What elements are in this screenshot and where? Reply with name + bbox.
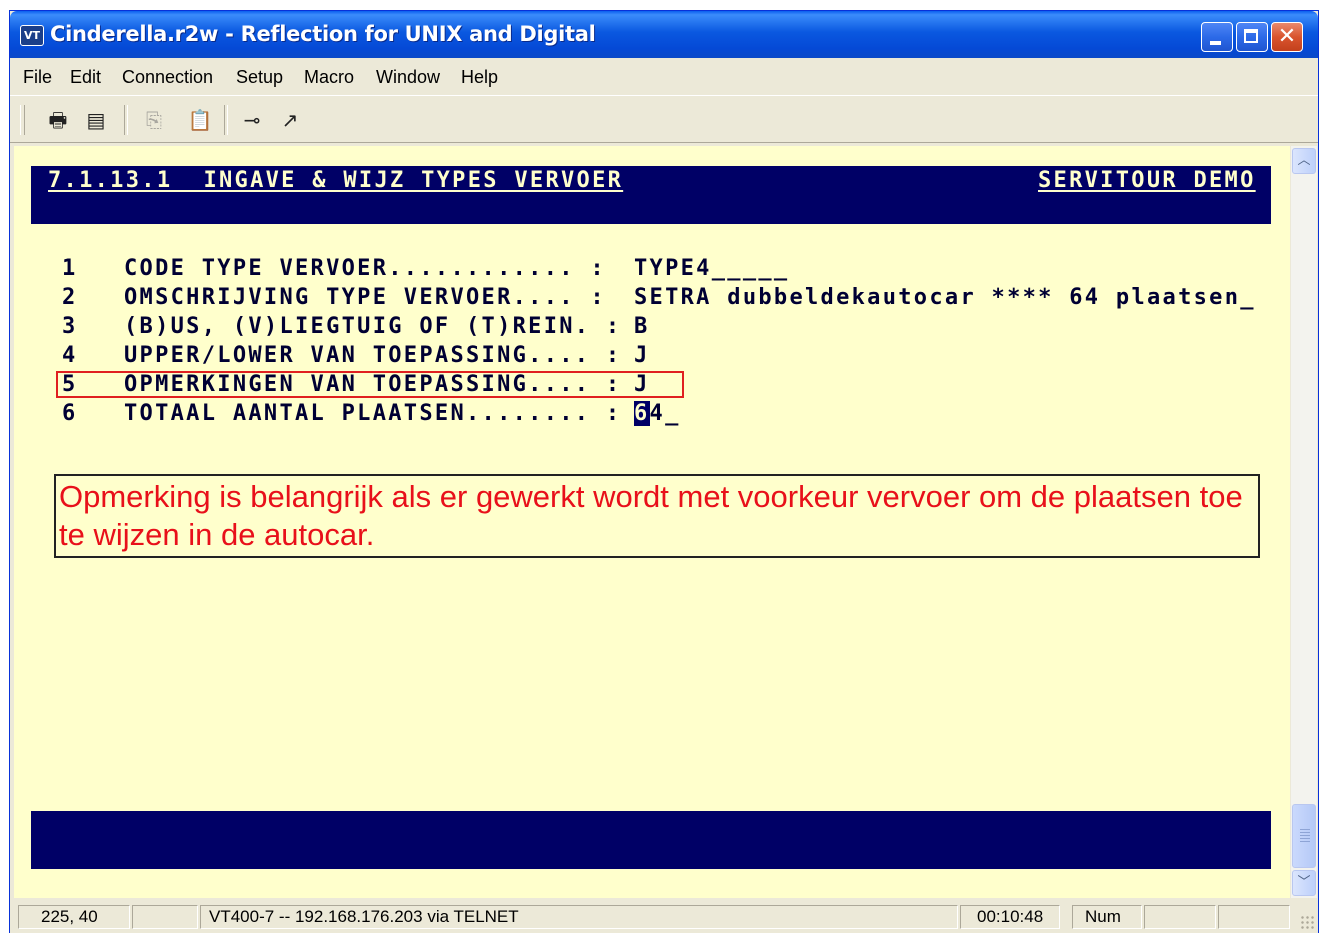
field-number: 6 xyxy=(62,401,78,426)
status-panel-empty xyxy=(1144,905,1216,929)
app-icon[interactable]: VT xyxy=(20,25,44,46)
macro-record-icon[interactable]: ↗ xyxy=(276,107,304,133)
toolbar-separator xyxy=(124,105,128,135)
chevron-down-icon: ﹀ xyxy=(1297,875,1311,890)
field-value-rest: 4_ xyxy=(649,401,681,426)
field-value-type[interactable]: B xyxy=(634,314,650,339)
minimize-button[interactable] xyxy=(1201,22,1233,52)
close-button[interactable]: ✕ xyxy=(1271,22,1303,52)
title-bar[interactable]: VT Cinderella.r2w - Reflection for UNIX … xyxy=(10,11,1318,58)
print-screen-icon[interactable]: ▤ xyxy=(82,107,110,133)
field-number: 4 xyxy=(62,343,78,368)
field-value-code[interactable]: TYPE4_____ xyxy=(634,256,789,281)
window-title: Cinderella.r2w - Reflection for UNIX and… xyxy=(50,22,596,46)
field-number: 1 xyxy=(62,256,78,281)
num-lock-indicator: Num xyxy=(1072,905,1142,929)
session-time: 00:10:48 xyxy=(960,905,1060,929)
field-value-upper-lower[interactable]: J xyxy=(634,343,650,368)
field-value-description[interactable]: SETRA dubbeldekautocar **** 64 plaatsen_ xyxy=(634,285,1256,310)
status-panel-empty xyxy=(132,905,198,929)
field-label: UPPER/LOWER VAN TOEPASSING.... : xyxy=(124,343,622,368)
menu-help[interactable]: Help xyxy=(461,67,498,88)
screen-footer-bar xyxy=(31,811,1271,869)
menu-macro[interactable]: Macro xyxy=(304,67,354,88)
cursor-position: 225, 40 xyxy=(18,905,130,929)
toolbar: 🖶 ▤ ⎘ 📋 ⊸ ↗ xyxy=(10,95,1318,143)
menu-edit[interactable]: Edit xyxy=(70,67,101,88)
field-number: 3 xyxy=(62,314,78,339)
menu-file[interactable]: File xyxy=(23,67,52,88)
annotation-note-box: Opmerking is belangrijk als er gewerkt w… xyxy=(54,474,1260,558)
field-label: TOTAAL AANTAL PLAATSEN........ : xyxy=(124,401,622,426)
highlight-annotation-box xyxy=(56,371,684,398)
company-name: SERVITOUR DEMO xyxy=(1038,168,1256,193)
resize-grip[interactable] xyxy=(1300,915,1316,931)
copy-icon[interactable]: ⎘ xyxy=(140,107,168,133)
field-label: CODE TYPE VERVOER............ : xyxy=(124,256,606,281)
toolbar-separator xyxy=(224,105,228,135)
chevron-up-icon: ︿ xyxy=(1297,153,1311,168)
toolbar-grip[interactable] xyxy=(20,105,25,135)
field-value-total-seats[interactable]: 64_ xyxy=(634,401,681,426)
application-window: VT Cinderella.r2w - Reflection for UNIX … xyxy=(9,10,1319,933)
connection-status: VT400-7 -- 192.168.176.203 via TELNET xyxy=(200,905,958,929)
screen-title: 7.1.13.1 INGAVE & WIJZ TYPES VERVOER xyxy=(48,168,624,193)
annotation-note-text: Opmerking is belangrijk als er gewerkt w… xyxy=(59,479,1243,552)
maximize-button[interactable] xyxy=(1236,22,1268,52)
menu-window[interactable]: Window xyxy=(376,67,440,88)
scroll-thumb[interactable] xyxy=(1292,804,1316,868)
status-bar: 225, 40 VT400-7 -- 192.168.176.203 via T… xyxy=(10,901,1318,933)
menu-connection[interactable]: Connection xyxy=(122,67,213,88)
connect-icon[interactable]: ⊸ xyxy=(238,107,266,133)
field-label: OMSCHRIJVING TYPE VERVOER.... : xyxy=(124,285,606,310)
menu-bar: File Edit Connection Setup Macro Window … xyxy=(10,58,1318,95)
menu-setup[interactable]: Setup xyxy=(236,67,283,88)
terminal-screen[interactable]: 7.1.13.1 INGAVE & WIJZ TYPES VERVOER SER… xyxy=(14,146,1290,898)
print-icon[interactable]: 🖶 xyxy=(44,107,72,133)
text-cursor: 6 xyxy=(634,401,650,426)
scroll-up-button[interactable]: ︿ xyxy=(1292,148,1316,174)
field-label: (B)US, (V)LIEGTUIG OF (T)REIN. : xyxy=(124,314,622,339)
field-number: 2 xyxy=(62,285,78,310)
close-icon: ✕ xyxy=(1277,24,1297,49)
paste-icon[interactable]: 📋 xyxy=(186,107,214,133)
scroll-down-button[interactable]: ﹀ xyxy=(1292,870,1316,896)
status-panel-empty xyxy=(1218,905,1290,929)
vertical-scrollbar[interactable]: ︿ ﹀ xyxy=(1291,146,1317,898)
